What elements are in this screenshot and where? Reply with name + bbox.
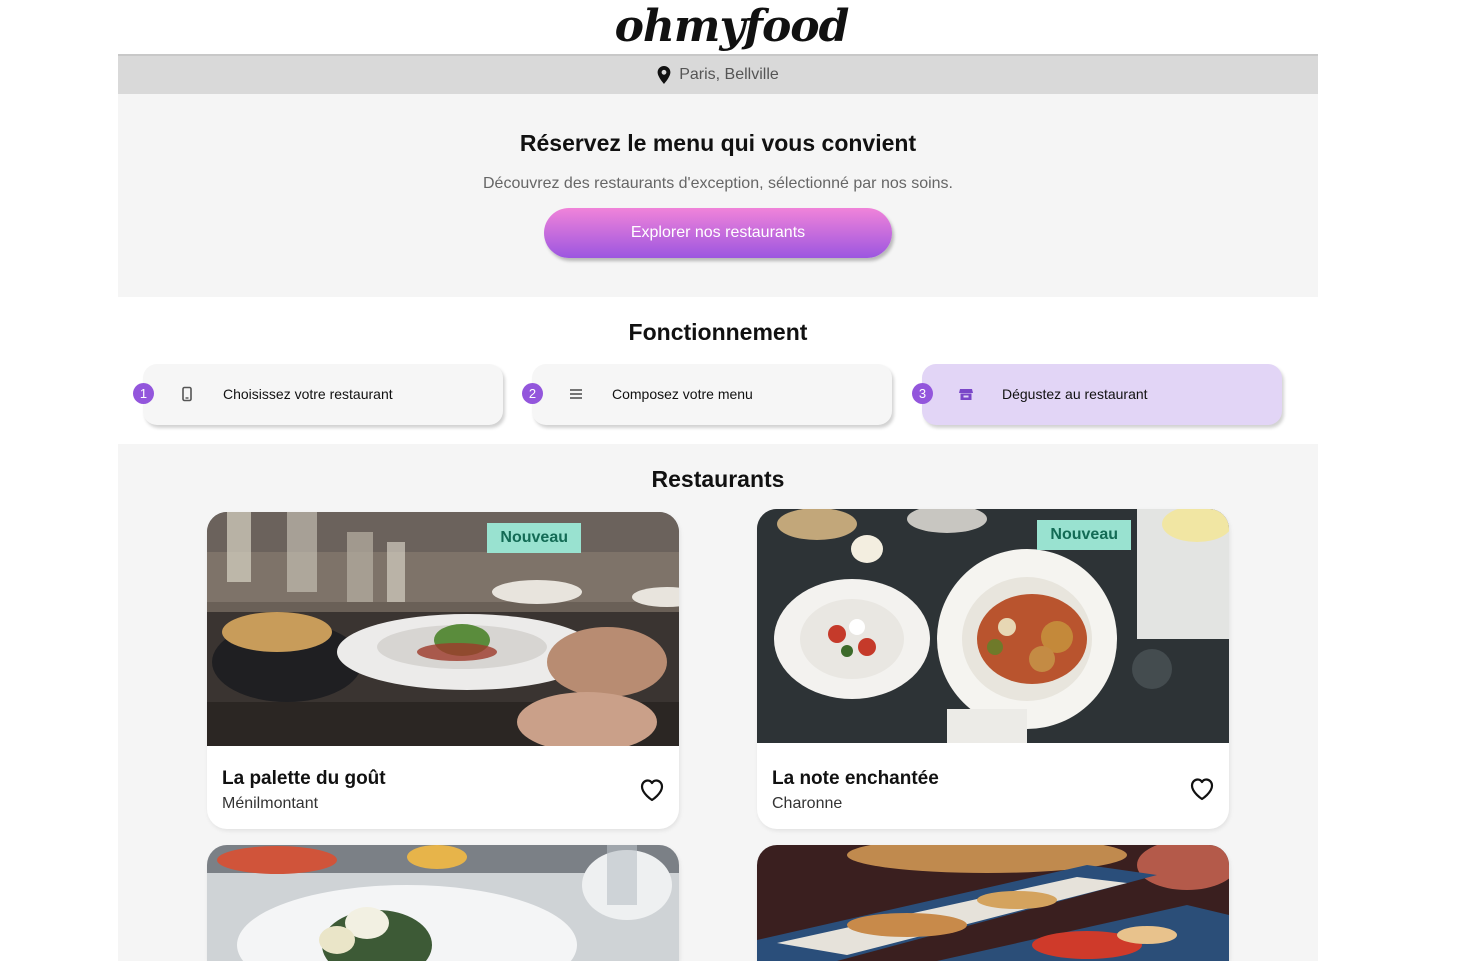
step-number: 2 — [522, 383, 543, 404]
step-compose-menu[interactable]: 2 Composez votre menu — [522, 364, 892, 425]
location-bar: Paris, Bellville — [118, 54, 1318, 94]
hero-title: Réservez le menu qui vous convient — [519, 130, 917, 156]
restaurants-title: Restaurants — [651, 466, 785, 492]
restaurant-area: Ménilmontant — [222, 795, 319, 812]
hero-subtitle: Découvrez des restaurants d'exception, s… — [483, 175, 953, 192]
restaurant-name: La palette du goût — [222, 768, 386, 789]
restaurant-card[interactable] — [757, 845, 1229, 961]
how-it-works-section: Fonctionnement 1 Choisissez votre restau… — [118, 297, 1318, 444]
brand-logo[interactable]: ohmyfood — [0, 0, 1463, 54]
restaurant-card[interactable] — [207, 845, 679, 961]
step-label: Dégustez au restaurant — [1002, 386, 1148, 402]
restaurants-section: Restaurants Nouveau La palette du goût M… — [118, 444, 1318, 961]
location-text: Paris, Bellville — [679, 66, 779, 83]
hero-section: Réservez le menu qui vous convient Décou… — [118, 94, 1318, 297]
list-icon — [570, 389, 582, 399]
step-choose-restaurant[interactable]: 1 Choisissez votre restaurant — [133, 364, 503, 425]
how-it-works-title: Fonctionnement — [628, 319, 808, 345]
restaurant-photo — [757, 509, 1229, 743]
brand-name: ohmyfood — [614, 1, 850, 52]
step-label: Composez votre menu — [612, 386, 753, 402]
heart-icon[interactable] — [639, 778, 665, 802]
store-icon — [959, 389, 973, 400]
new-badge: Nouveau — [1037, 520, 1131, 550]
restaurant-photo — [207, 512, 679, 746]
restaurant-photo — [757, 845, 1229, 961]
new-badge: Nouveau — [487, 523, 581, 553]
location-pin-icon — [657, 66, 671, 84]
step-number: 1 — [133, 383, 154, 404]
step-label: Choisissez votre restaurant — [223, 386, 393, 402]
restaurant-area: Charonne — [772, 795, 843, 812]
explore-restaurants-button[interactable]: Explorer nos restaurants — [544, 208, 892, 258]
restaurant-name: La note enchantée — [772, 768, 939, 789]
heart-icon[interactable] — [1189, 777, 1215, 801]
restaurant-card[interactable]: Nouveau La note enchantée Charonne — [757, 509, 1229, 829]
restaurant-card[interactable]: Nouveau La palette du goût Ménilmontant — [207, 512, 679, 829]
step-enjoy-at-restaurant[interactable]: 3 Dégustez au restaurant — [912, 364, 1282, 425]
restaurant-photo — [207, 845, 679, 961]
mobile-phone-icon — [182, 386, 192, 402]
step-number: 3 — [912, 383, 933, 404]
